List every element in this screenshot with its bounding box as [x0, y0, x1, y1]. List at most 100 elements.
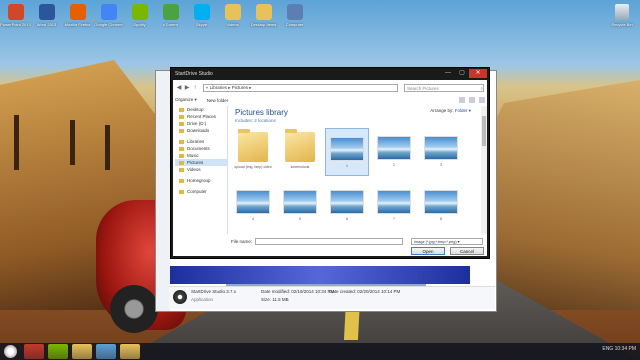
image-item[interactable]: 4	[231, 182, 275, 230]
forward-arrow-icon[interactable]: ▶	[183, 84, 191, 92]
desktop-shortcut[interactable]: Word 2013	[31, 2, 62, 27]
nav-item-label: Recent Places	[187, 114, 217, 119]
app-shortcut-icon	[286, 4, 303, 20]
image-item[interactable]: 5	[278, 182, 322, 230]
organize-button[interactable]: Organize ▾	[175, 97, 197, 103]
folder-icon	[179, 114, 184, 119]
arrange-by: Arrange by: Folder ▾	[430, 108, 471, 114]
image-item[interactable]: 8	[419, 182, 463, 230]
cancel-button[interactable]: Cancel	[450, 247, 484, 255]
nav-item[interactable]: Documents	[175, 145, 227, 152]
image-item[interactable]: 1	[325, 128, 369, 176]
image-item[interactable]: 2	[372, 128, 416, 176]
view-controls	[459, 97, 485, 103]
system-tray-clock[interactable]: ENG 10:34 PM	[602, 346, 636, 352]
nav-item-label: Documents	[187, 146, 210, 151]
nav-item-label: Videos	[187, 167, 201, 172]
fence-post	[105, 125, 110, 170]
view-options-icon[interactable]	[459, 97, 465, 103]
taskbar: ENG 10:34 PM	[0, 343, 640, 360]
nav-item[interactable]: Music	[175, 152, 227, 159]
desktop-shortcut-label: Desktop Items	[250, 22, 277, 27]
desktop-shortcut[interactable]: Skype	[186, 2, 217, 27]
app-shortcut-icon	[38, 4, 55, 20]
arrange-dropdown[interactable]: Folder ▾	[455, 108, 471, 113]
address-path: « Libraries ▸ Pictures ▸	[206, 85, 252, 90]
dialog-body: ◀ ▶ ↑ « Libraries ▸ Pictures ▸ Search Pi…	[173, 80, 487, 256]
up-arrow-icon[interactable]: ↑	[191, 84, 199, 92]
folder-icon	[179, 146, 184, 151]
image-thumbnail	[283, 190, 317, 214]
dialog-footer: File name: Image (*.jpg;*.bmp;*.png) ▾ O…	[175, 238, 485, 256]
search-input[interactable]: Search Pictures ⌕	[404, 84, 484, 92]
nav-item[interactable]: Libraries	[175, 138, 227, 145]
taskbar-app-icon[interactable]	[120, 344, 140, 359]
nav-item-label: Downloads	[187, 128, 210, 133]
nav-item[interactable]: Downloads	[175, 127, 227, 134]
date-created: Date created: 02/20/2014 10:14 PM	[329, 289, 401, 294]
back-arrow-icon[interactable]: ◀	[175, 84, 183, 92]
taskbar-app-icon[interactable]	[24, 344, 44, 359]
minimize-button[interactable]: —	[441, 69, 455, 78]
start-button[interactable]	[4, 345, 17, 358]
desktop-shortcut[interactable]: Videos	[217, 2, 248, 27]
folder-item[interactable]: screenshots	[278, 128, 322, 176]
file-caption: 4	[252, 217, 254, 221]
desktop-shortcut[interactable]: Computer	[279, 2, 310, 27]
recycle-bin-icon	[615, 4, 629, 20]
desktop-shortcut-label: uTorrent	[163, 22, 178, 27]
nav-item[interactable]: Computer	[175, 188, 227, 195]
search-placeholder: Search Pictures	[407, 85, 439, 91]
nav-item[interactable]: Pictures	[175, 159, 227, 166]
nav-item-label: Computer	[187, 189, 207, 194]
open-button[interactable]: Open	[411, 247, 445, 255]
filename-input[interactable]	[255, 238, 403, 245]
filetype-dropdown[interactable]: Image (*.jpg;*.bmp;*.png) ▾	[411, 238, 483, 245]
preview-pane-icon[interactable]	[469, 97, 475, 103]
file-size: Size: 11.5 MB	[261, 297, 289, 302]
taskbar-app-icon[interactable]	[96, 344, 116, 359]
desktop-shortcut[interactable]: Google Chrome	[93, 2, 124, 27]
address-bar[interactable]: « Libraries ▸ Pictures ▸	[203, 84, 398, 92]
app-type: Application	[191, 297, 214, 302]
nav-item-label: Homegroup	[187, 178, 211, 183]
date-modified: Date modified: 02/19/2014 10:34 PM	[261, 289, 335, 294]
folder-icon	[179, 139, 184, 144]
taskbar-app-icon[interactable]	[48, 344, 68, 359]
nav-item-label: Drive (D:)	[187, 121, 207, 126]
nav-item[interactable]: Recent Places	[175, 113, 227, 120]
taskbar-app-icon[interactable]	[72, 344, 92, 359]
fence-post	[70, 120, 75, 165]
folder-icon	[179, 128, 184, 133]
folder-item[interactable]: upload (img, bmp) video	[231, 128, 275, 176]
desktop-shortcut[interactable]: Desktop Items	[248, 2, 279, 27]
nav-item[interactable]: Drive (D:)	[175, 120, 227, 127]
maximize-button[interactable]: ▢	[455, 69, 469, 78]
vertical-scrollbar[interactable]	[481, 106, 487, 234]
image-item[interactable]: 3	[419, 128, 463, 176]
close-button[interactable]: ✕	[469, 69, 487, 78]
image-item[interactable]: 7	[372, 182, 416, 230]
details-pane: StartDrive Studio 3.7.x Application Date…	[169, 286, 495, 309]
nav-item[interactable]: Homegroup	[175, 177, 227, 184]
desktop-shortcut[interactable]: PowerPoint 2013	[0, 2, 31, 27]
new-folder-button[interactable]: New folder	[207, 98, 229, 103]
help-icon[interactable]	[479, 97, 485, 103]
desktop-shortcut[interactable]: Mozilla Firefox	[62, 2, 93, 27]
desktop-shortcut[interactable]: uTorrent	[155, 2, 186, 27]
desktop-shortcut-label: Google Chrome	[94, 22, 123, 27]
recycle-bin-label: Recycle Bin	[611, 22, 633, 27]
scrollbar-thumb[interactable]	[482, 116, 486, 146]
image-item[interactable]: 6	[325, 182, 369, 230]
image-thumbnail	[424, 136, 458, 160]
open-file-dialog: StartDrive Studio — ▢ ✕ ◀ ▶ ↑ « Librarie…	[170, 67, 490, 259]
desktop-shortcut[interactable]: Spotify	[124, 2, 155, 27]
nav-item[interactable]: Videos	[175, 166, 227, 173]
nav-item[interactable]: Desktop	[175, 106, 227, 113]
library-locations-link[interactable]: Includes: 2 locations	[235, 118, 276, 123]
nav-item-label: Pictures	[187, 160, 204, 165]
folder-icon	[179, 160, 184, 165]
arrange-label: Arrange by:	[430, 108, 454, 113]
desktop-shortcut-label: PowerPoint 2013	[0, 22, 31, 27]
recycle-bin-shortcut[interactable]: Recycle Bin	[608, 2, 636, 27]
